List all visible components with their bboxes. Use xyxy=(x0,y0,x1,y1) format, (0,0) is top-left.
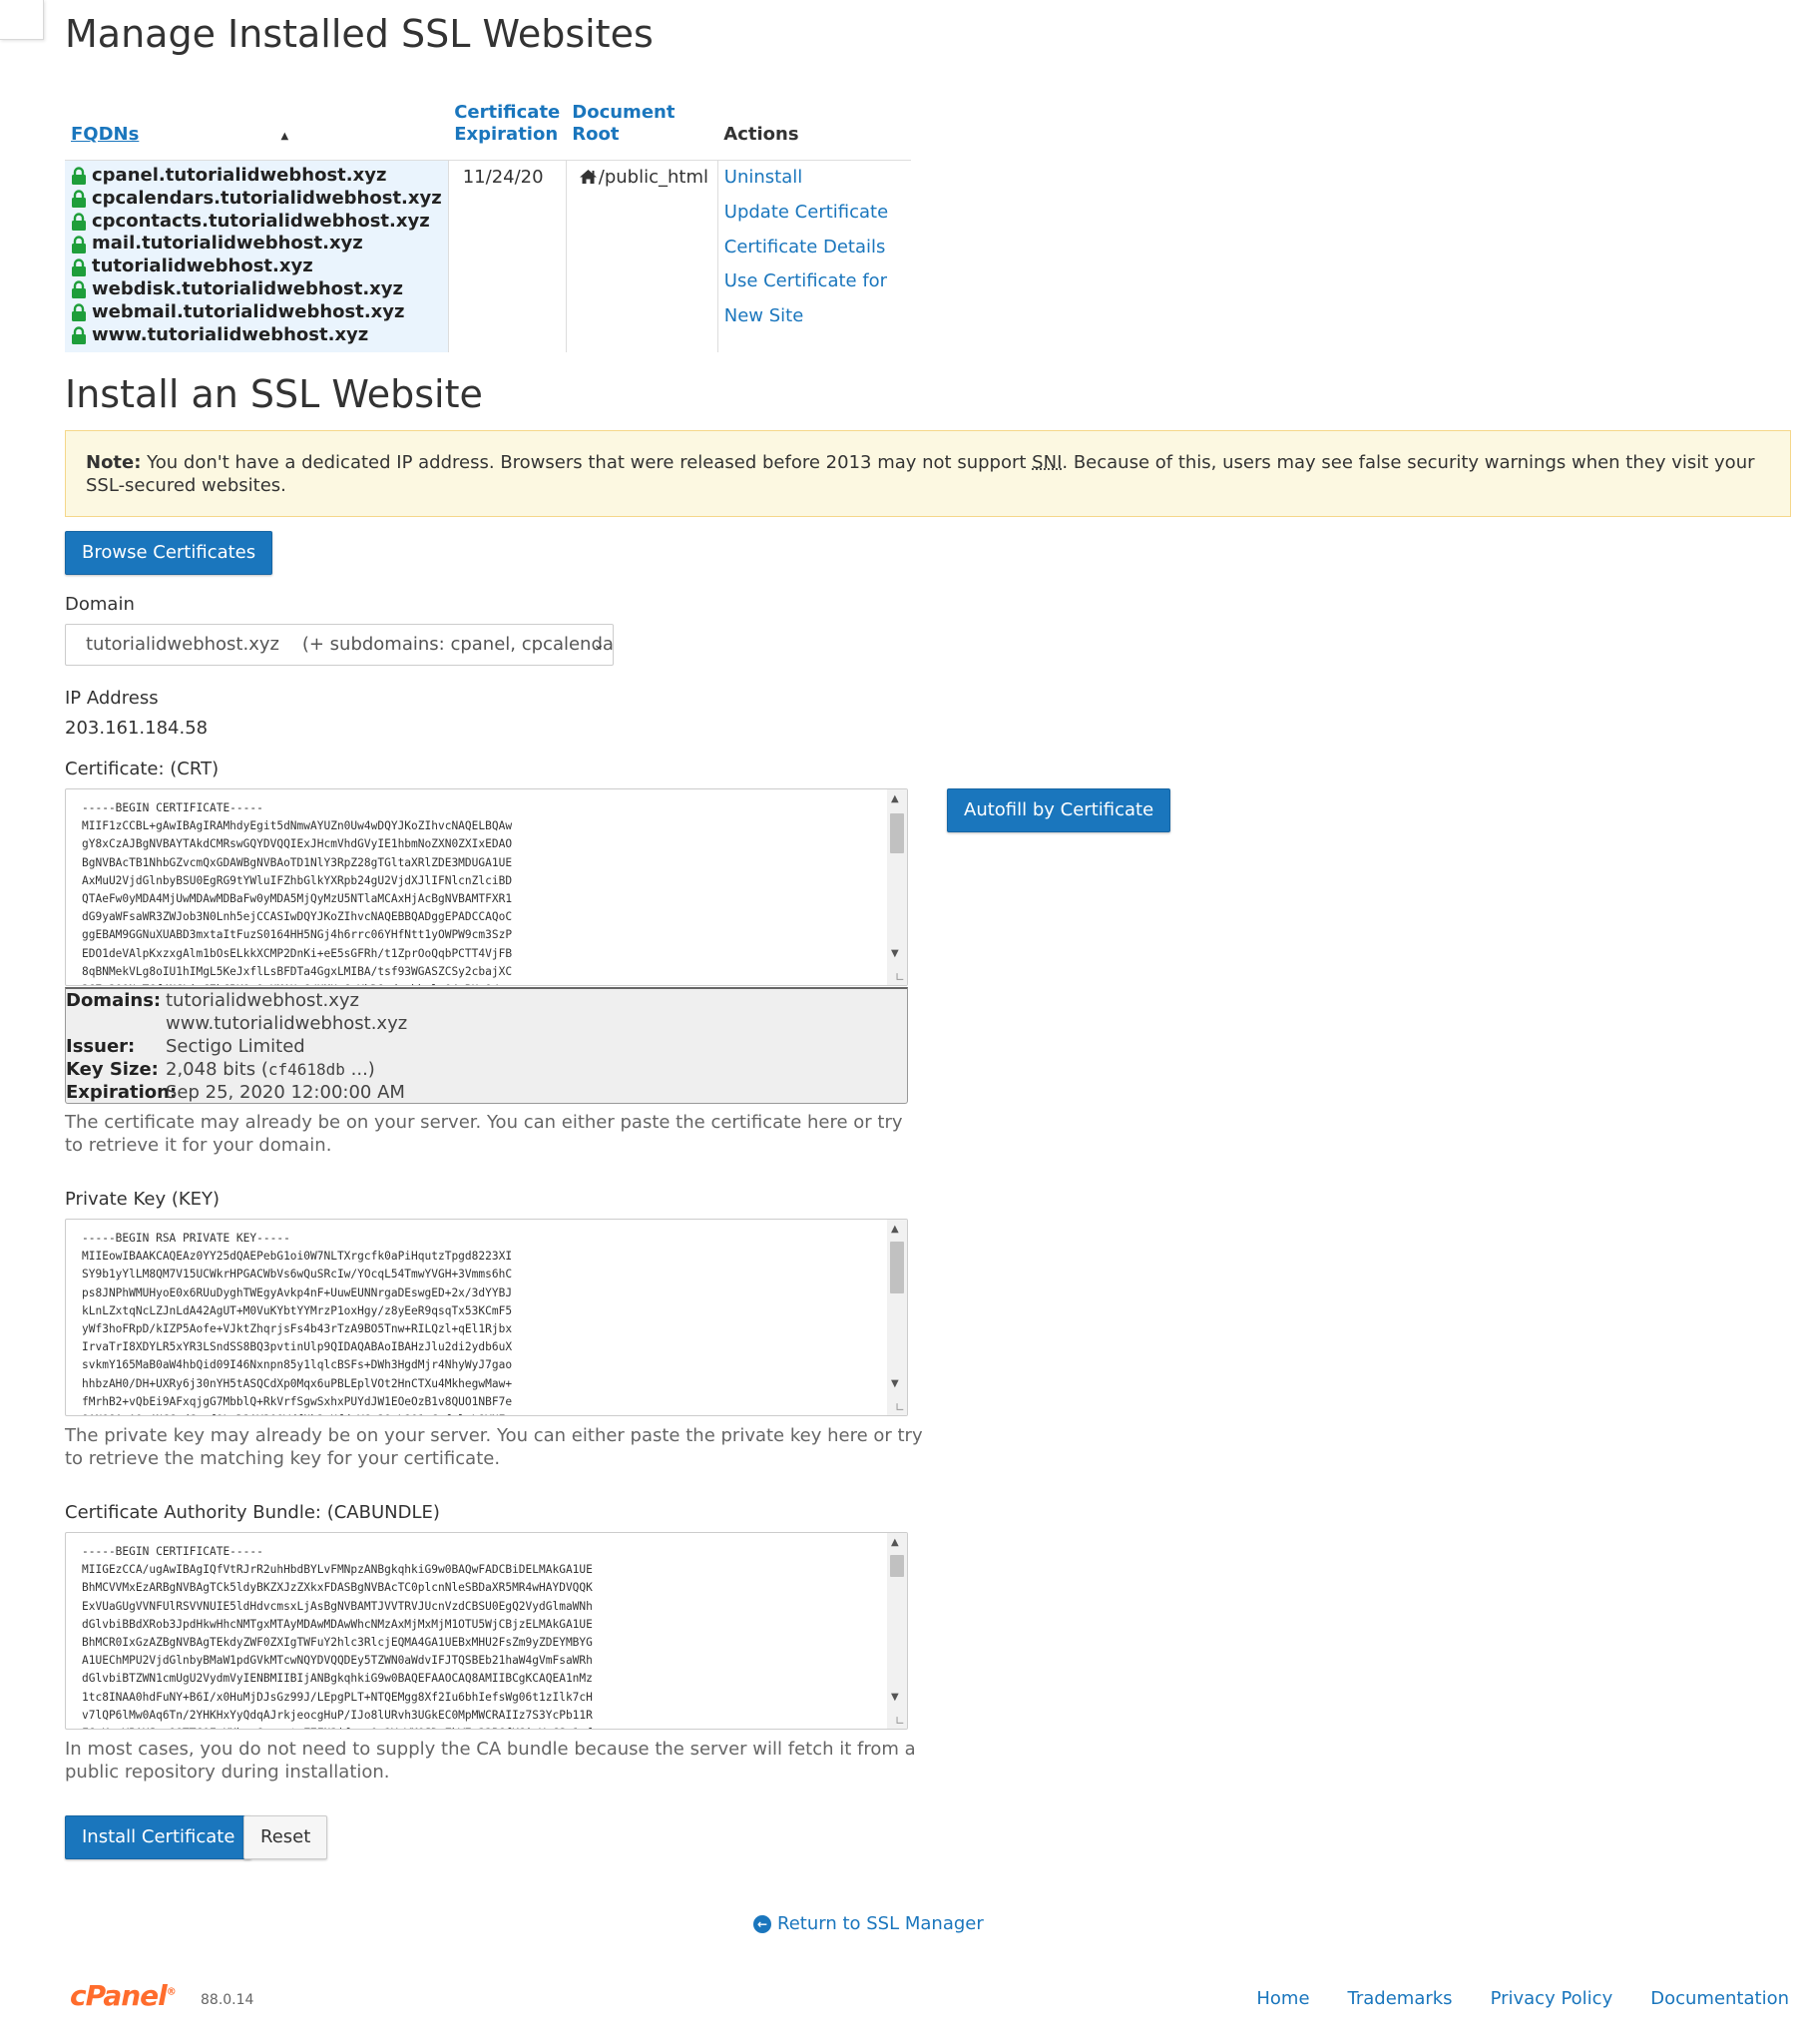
table-row: cpanel.tutorialidwebhost.xyz cpcalendars… xyxy=(65,160,911,352)
column-header-actions: Actions xyxy=(717,102,911,161)
fqdn-item: www.tutorialidwebhost.xyz xyxy=(71,324,442,347)
scroll-up-icon[interactable]: ▲ xyxy=(891,1537,899,1548)
domain-label: Domain xyxy=(65,594,135,615)
crt-scrollbar[interactable]: ▲ ▼ xyxy=(887,789,907,985)
cabundle-textarea[interactable]: -----BEGIN CERTIFICATE----- MIIGEzCCA/ug… xyxy=(65,1532,908,1730)
lock-icon xyxy=(72,213,86,231)
key-label: Private Key (KEY) xyxy=(65,1189,221,1210)
footer-links: Home Trademarks Privacy Policy Documenta… xyxy=(1218,1988,1789,2009)
fqdn-item: cpcalendars.tutorialidwebhost.xyz xyxy=(71,188,442,211)
page-title: Manage Installed SSL Websites xyxy=(65,12,654,56)
domain-select[interactable]: tutorialidwebhost.xyz (+ subdomains: cpa… xyxy=(65,624,614,666)
fqdn-item: cpcontacts.tutorialidwebhost.xyz xyxy=(71,211,442,234)
cpanel-logo[interactable]: cPanel® xyxy=(70,1979,177,2012)
lock-icon xyxy=(72,236,86,254)
column-header-fqdns[interactable]: FQDNs ▲ xyxy=(65,102,449,161)
footer-trademarks-link[interactable]: Trademarks xyxy=(1348,1988,1453,2009)
home-icon xyxy=(579,170,597,184)
chevron-down-icon: ⌄ xyxy=(593,637,605,653)
scroll-up-icon[interactable]: ▲ xyxy=(891,793,899,804)
column-header-expiration[interactable]: Certificate Expiration xyxy=(448,102,567,161)
fqdn-item: tutorialidwebhost.xyz xyxy=(71,256,442,278)
actions-cell: Uninstall Update Certificate Certificate… xyxy=(717,161,911,352)
expiration-sort-link[interactable]: Certificate Expiration xyxy=(454,102,560,145)
uninstall-link[interactable]: Uninstall xyxy=(724,161,905,196)
sort-ascending-icon: ▲ xyxy=(280,131,289,142)
docroot-cell: /public_html xyxy=(566,160,718,352)
lock-icon xyxy=(72,280,86,299)
fqdn-item: cpanel.tutorialidwebhost.xyz xyxy=(71,165,442,188)
cabundle-scrollbar[interactable]: ▲ ▼ xyxy=(887,1533,907,1729)
scroll-down-icon[interactable]: ▼ xyxy=(891,1692,899,1703)
lock-icon xyxy=(72,257,86,276)
certificate-details-link[interactable]: Certificate Details xyxy=(724,231,905,265)
install-certificate-button[interactable]: Install Certificate xyxy=(65,1815,252,1859)
certificate-info-panel: Domains: tutorialidwebhost.xyz www.tutori… xyxy=(65,987,908,1104)
fqdns-sort-link[interactable]: FQDNs xyxy=(71,124,139,145)
cabundle-help-text: In most cases, you do not need to supply… xyxy=(65,1739,916,1783)
resize-handle-icon[interactable]: ∟ xyxy=(895,1400,905,1414)
lock-icon xyxy=(72,167,86,186)
column-header-docroot[interactable]: Document Root xyxy=(566,102,718,161)
sni-abbr: SNI xyxy=(1032,452,1063,473)
side-tab-stub xyxy=(0,0,44,40)
sni-warning-alert: Note: You don't have a dedicated IP addr… xyxy=(65,430,1791,517)
ip-address-label: IP Address xyxy=(65,688,159,709)
scroll-thumb[interactable] xyxy=(890,813,904,853)
lock-icon xyxy=(72,190,86,209)
scroll-down-icon[interactable]: ▼ xyxy=(891,948,899,959)
resize-handle-icon[interactable]: ∟ xyxy=(895,1714,905,1728)
footer-home-link[interactable]: Home xyxy=(1256,1988,1309,2009)
fqdn-item: webdisk.tutorialidwebhost.xyz xyxy=(71,278,442,301)
crt-help-text: The certificate may already be on your s… xyxy=(65,1112,903,1156)
arrow-left-circle-icon: ← xyxy=(753,1914,771,1933)
expiration-cell: 11/24/20 xyxy=(448,160,567,352)
crt-textarea[interactable]: -----BEGIN CERTIFICATE----- MIIF1zCCBL+g… xyxy=(65,788,908,986)
lock-icon xyxy=(72,326,86,344)
install-section-title: Install an SSL Website xyxy=(65,372,483,416)
scroll-down-icon[interactable]: ▼ xyxy=(891,1378,899,1389)
fqdn-item: webmail.tutorialidwebhost.xyz xyxy=(71,301,442,324)
autofill-by-certificate-button[interactable]: Autofill by Certificate xyxy=(947,788,1171,832)
fqdn-item: mail.tutorialidwebhost.xyz xyxy=(71,233,442,256)
key-textarea[interactable]: -----BEGIN RSA PRIVATE KEY----- MIIEowIB… xyxy=(65,1219,908,1416)
footer-privacy-link[interactable]: Privacy Policy xyxy=(1491,1988,1613,2009)
update-certificate-link[interactable]: Update Certificate xyxy=(724,196,905,231)
return-to-ssl-manager-link[interactable]: ← Return to SSL Manager xyxy=(753,1913,984,1934)
version-label: 88.0.14 xyxy=(201,1992,254,2008)
cabundle-label: Certificate Authority Bundle: (CABUNDLE) xyxy=(65,1502,440,1523)
scroll-thumb[interactable] xyxy=(890,1555,904,1577)
scroll-up-icon[interactable]: ▲ xyxy=(891,1224,899,1235)
docroot-sort-link[interactable]: Document Root xyxy=(572,102,675,145)
browse-certificates-button[interactable]: Browse Certificates xyxy=(65,531,273,575)
resize-handle-icon[interactable]: ∟ xyxy=(895,970,905,984)
scroll-thumb[interactable] xyxy=(890,1242,904,1293)
key-scrollbar[interactable]: ▲ ▼ xyxy=(887,1220,907,1415)
lock-icon xyxy=(72,303,86,322)
reset-button[interactable]: Reset xyxy=(243,1815,328,1859)
fqdn-list: cpanel.tutorialidwebhost.xyz cpcalendars… xyxy=(65,160,449,352)
use-certificate-new-site-link[interactable]: Use Certificate for New Site xyxy=(724,264,905,334)
installed-ssl-table: FQDNs ▲ Certificate Expiration Document R… xyxy=(65,102,911,352)
footer-documentation-link[interactable]: Documentation xyxy=(1650,1988,1789,2009)
ip-address-value: 203.161.184.58 xyxy=(65,718,209,739)
key-help-text: The private key may already be on your s… xyxy=(65,1425,923,1469)
crt-label: Certificate: (CRT) xyxy=(65,759,220,779)
